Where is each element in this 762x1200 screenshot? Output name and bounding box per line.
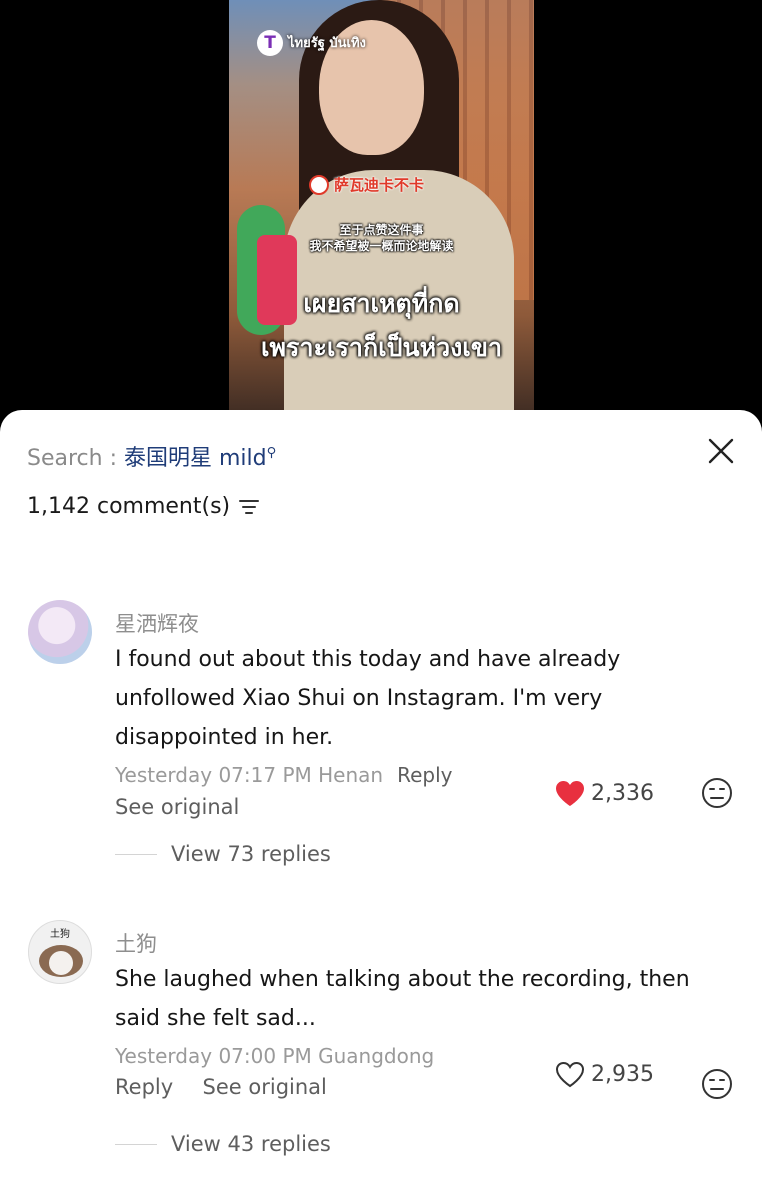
heart-icon[interactable] bbox=[555, 780, 585, 807]
translator-tag: 萨瓦迪卡不卡 bbox=[309, 174, 424, 195]
subtitle-th-line1: เผยสาเหตุที่กด bbox=[303, 289, 460, 318]
search-term[interactable]: 泰国明星 mild bbox=[124, 446, 267, 471]
emoji-icon[interactable] bbox=[700, 1067, 734, 1101]
comment-timestamp: Yesterday 07:17 PM Henan bbox=[115, 763, 384, 787]
reply-button[interactable]: Reply bbox=[397, 763, 452, 787]
subtitle-thai: เผยสาเหตุที่กด เพราะเราก็เป็นห่วงเขา bbox=[229, 282, 534, 370]
comment-username[interactable]: 土狗 bbox=[115, 928, 157, 958]
comment-count-row: 1,142 comment(s) bbox=[27, 494, 260, 519]
translator-avatar-icon bbox=[309, 174, 329, 195]
video-frame[interactable]: T ไทยรัฐ บันเทิง 萨瓦迪卡不卡 至于点赞这件事 我不希望被一概而… bbox=[229, 0, 534, 420]
dog-avatar-face bbox=[49, 951, 73, 975]
comment-text: She laughed when talking about the recor… bbox=[115, 967, 690, 1031]
comment-text: I found out about this today and have al… bbox=[115, 647, 621, 750]
comments-sheet: Search : 泰国明星 mild⚲ 1,142 comment(s) 星洒辉… bbox=[0, 410, 762, 1200]
see-original-button[interactable]: See original bbox=[203, 1075, 327, 1099]
search-icon[interactable]: ⚲ bbox=[267, 446, 277, 461]
search-label: Search : bbox=[27, 446, 124, 471]
comment-actions: Reply See original bbox=[115, 1075, 327, 1099]
avatar[interactable] bbox=[28, 600, 92, 664]
avatar[interactable]: 土狗 bbox=[28, 920, 92, 984]
view-replies-label[interactable]: View 73 replies bbox=[171, 842, 331, 866]
translator-name: 萨瓦迪卡不卡 bbox=[334, 176, 425, 194]
like-count: 2,336 bbox=[591, 781, 654, 806]
divider-line bbox=[115, 1143, 157, 1145]
broadcaster-logo-text: ไทยรัฐ บันเทิง bbox=[288, 35, 366, 51]
comment-count: 1,142 comment(s) bbox=[27, 494, 231, 519]
comment-username[interactable]: 星洒辉夜 bbox=[115, 608, 199, 638]
subtitle-cn-line2: 我不希望被一概而论地解读 bbox=[309, 239, 454, 253]
like-button[interactable]: 2,935 bbox=[555, 1061, 654, 1088]
comment-timestamp: Yesterday 07:00 PM Guangdong bbox=[115, 1044, 435, 1068]
view-replies-button[interactable]: View 43 replies bbox=[115, 1132, 331, 1156]
heart-outline-icon[interactable] bbox=[555, 1061, 585, 1088]
reply-button[interactable]: Reply bbox=[115, 1075, 173, 1099]
sort-icon[interactable] bbox=[238, 498, 260, 516]
search-suggestion[interactable]: Search : 泰国明星 mild⚲ bbox=[27, 440, 276, 472]
like-count: 2,935 bbox=[591, 1062, 654, 1087]
broadcaster-badge-icon: T bbox=[257, 30, 283, 56]
subtitle-cn-line1: 至于点赞这件事 bbox=[339, 223, 424, 237]
subtitle-th-line2: เพราะเราก็เป็นห่วงเขา bbox=[261, 333, 502, 362]
emoji-icon[interactable] bbox=[700, 776, 734, 810]
like-button[interactable]: 2,336 bbox=[555, 780, 654, 807]
subtitle-chinese: 至于点赞这件事 我不希望被一概而论地解读 bbox=[229, 222, 534, 254]
close-icon[interactable] bbox=[708, 438, 734, 464]
view-replies-button[interactable]: View 73 replies bbox=[115, 842, 331, 866]
divider-line bbox=[115, 853, 157, 855]
see-original-button[interactable]: See original bbox=[115, 795, 239, 819]
broadcaster-logo: T ไทยรัฐ บันเทิง bbox=[257, 30, 366, 56]
close-button[interactable] bbox=[702, 432, 740, 470]
video-player[interactable]: T ไทยรัฐ บันเทิง 萨瓦迪卡不卡 至于点赞这件事 我不希望被一概而… bbox=[0, 0, 762, 420]
comment-meta: Yesterday 07:17 PM Henan Reply bbox=[115, 763, 452, 787]
view-replies-label[interactable]: View 43 replies bbox=[171, 1132, 331, 1156]
avatar-label: 土狗 bbox=[50, 929, 70, 940]
